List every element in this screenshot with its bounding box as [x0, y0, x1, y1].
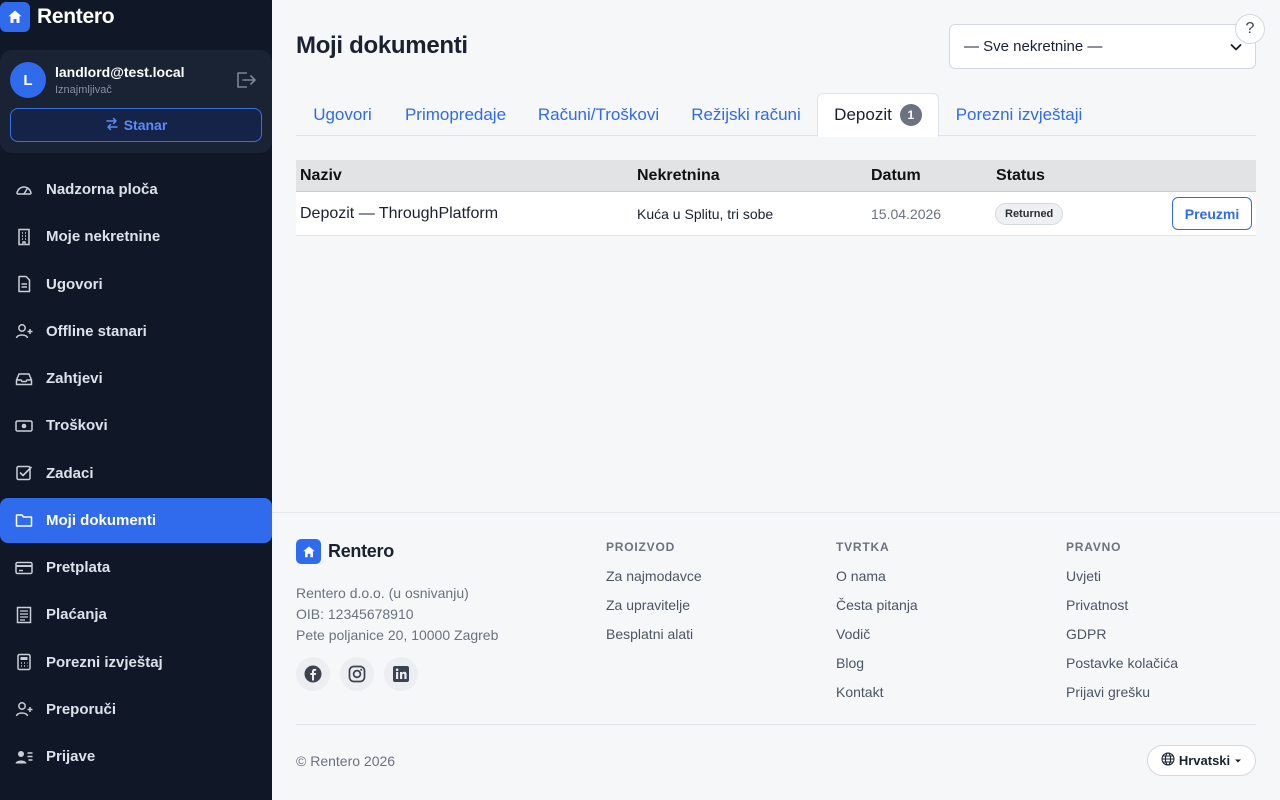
social-links [296, 657, 418, 691]
tab-utility-bills[interactable]: Režijski računi [675, 93, 817, 136]
table-row: Depozit — ThroughPlatform Kuća u Splitu,… [296, 192, 1256, 236]
sidebar-item-dashboard[interactable]: Nadzorna ploča [0, 167, 272, 212]
folder-icon [14, 510, 34, 530]
home-icon [296, 539, 321, 564]
sidebar-item-properties[interactable]: Moje nekretnine [0, 214, 272, 259]
sidebar-item-tax-report[interactable]: Porezni izvještaj [0, 640, 272, 685]
download-button[interactable]: Preuzmi [1172, 197, 1252, 230]
instagram-icon[interactable] [340, 657, 374, 691]
document-name: Depozit — ThroughPlatform [300, 204, 499, 222]
footer-link[interactable]: Za upravitelje [606, 591, 702, 620]
tab-handovers[interactable]: Primopredaje [389, 93, 522, 136]
sidebar-item-tasks[interactable]: Zadaci [0, 451, 272, 496]
table-header: Naziv Nekretnina Datum Status [296, 160, 1256, 192]
footer-link[interactable]: Besplatni alati [606, 620, 702, 649]
language-label: Hrvatski [1178, 753, 1231, 768]
footer-link[interactable]: GDPR [1066, 620, 1178, 649]
sidebar-item-contracts[interactable]: Ugovori [0, 262, 272, 307]
footer-brand-name: Rentero [328, 541, 394, 561]
column-header-status: Status [996, 166, 1045, 184]
credit-card-icon [14, 558, 34, 578]
sidebar-item-refer[interactable]: Preporuči [0, 687, 272, 732]
footer-brand[interactable]: Rentero [296, 539, 394, 564]
column-header-date: Datum [871, 166, 921, 184]
footer-link[interactable]: Za najmodavce [606, 562, 702, 591]
column-header-property: Nekretnina [637, 166, 720, 184]
tab-deposit-count-badge: 1 [899, 104, 922, 126]
company-info: Rentero d.o.o. (u osnivanju) OIB: 123456… [296, 585, 499, 643]
swap-icon [105, 117, 119, 134]
caret-down-icon [1234, 753, 1242, 768]
sidebar: Rentero L landlord@test.local Iznajmljiv… [0, 0, 272, 800]
inbox-icon [14, 369, 34, 389]
sidebar-item-expenses[interactable]: Troškovi [0, 403, 272, 448]
logout-icon[interactable] [234, 70, 258, 90]
sidebar-item-applications[interactable]: Prijave [0, 734, 272, 779]
tab-contracts[interactable]: Ugovori [296, 93, 389, 136]
main-content: Moji dokumenti — Sve nekretnine — ? Ugov… [272, 0, 1280, 800]
user-role: Iznajmljivač [55, 84, 112, 96]
footer-link[interactable]: Kontakt [836, 678, 918, 707]
cash-icon [14, 416, 34, 436]
brand[interactable]: Rentero [0, 2, 115, 32]
footer-link[interactable]: Česta pitanja [836, 591, 918, 620]
footer-column-legal: PRAVNO Uvjeti Privatnost GDPR Postavke k… [1066, 540, 1178, 707]
tab-invoices-expenses[interactable]: Računi/Troškovi [522, 93, 675, 136]
sidebar-nav: Nadzorna ploča Moje nekretnine Ugovori O… [0, 167, 272, 781]
sidebar-item-requests[interactable]: Zahtjevi [0, 356, 272, 401]
user-plus-icon [14, 699, 34, 719]
sidebar-item-offline-tenants[interactable]: Offline stanari [0, 309, 272, 354]
document-tabs: Ugovori Primopredaje Računi/Troškovi Rež… [296, 93, 1256, 137]
document-property: Kuća u Splitu, tri sobe [637, 205, 774, 222]
footer-link[interactable]: O nama [836, 562, 918, 591]
column-header-name: Naziv [300, 166, 342, 184]
footer: Rentero Rentero d.o.o. (u osnivanju) OIB… [272, 512, 1280, 800]
switch-role-label: Stanar [123, 117, 168, 133]
building-icon [14, 227, 34, 247]
footer-link[interactable]: Vodič [836, 620, 918, 649]
help-button[interactable]: ? [1235, 14, 1265, 44]
documents-table: Naziv Nekretnina Datum Status Depozit — … [296, 160, 1256, 236]
footer-link[interactable]: Blog [836, 649, 918, 678]
avatar: L [10, 62, 46, 98]
status-badge: Returned [995, 202, 1064, 225]
checkbox-icon [14, 463, 34, 483]
document-date: 15.04.2026 [871, 205, 942, 222]
user-list-icon [14, 747, 34, 767]
chevron-down-icon [1229, 40, 1243, 58]
footer-divider [296, 724, 1256, 725]
user-plus-icon [14, 321, 34, 341]
footer-column-product: PROIZVOD Za najmodavce Za upravitelje Be… [606, 540, 702, 649]
sidebar-item-subscription[interactable]: Pretplata [0, 545, 272, 590]
footer-link[interactable]: Postavke kolačića [1066, 649, 1178, 678]
copyright: © Rentero 2026 [296, 753, 396, 769]
switch-role-button[interactable]: Stanar [10, 108, 262, 142]
tab-tax-reports[interactable]: Porezni izvještaji [939, 93, 1099, 136]
footer-link[interactable]: Prijavi grešku [1066, 678, 1178, 707]
globe-icon [1161, 752, 1175, 769]
footer-link[interactable]: Privatnost [1066, 591, 1178, 620]
footer-column-company: TVRTKA O nama Česta pitanja Vodič Blog K… [836, 540, 918, 707]
language-selector[interactable]: Hrvatski [1147, 745, 1256, 776]
tab-deposit[interactable]: Depozit 1 [817, 93, 939, 137]
linkedin-icon[interactable] [384, 657, 418, 691]
sidebar-item-my-documents[interactable]: Moji dokumenti [0, 497, 272, 543]
sidebar-item-payments[interactable]: Plaćanja [0, 592, 272, 637]
facebook-icon[interactable] [296, 657, 330, 691]
calculator-icon [14, 652, 34, 672]
document-icon [14, 274, 34, 294]
brand-name: Rentero [37, 5, 115, 28]
user-card: L landlord@test.local Iznajmljivač Stana… [0, 50, 272, 153]
property-filter-value: — Sve nekretnine — [964, 38, 1103, 55]
user-email: landlord@test.local [55, 64, 185, 80]
page-title: Moji dokumenti [296, 32, 468, 59]
receipt-icon [14, 605, 34, 625]
home-icon [0, 2, 30, 32]
dashboard-icon [14, 180, 34, 200]
footer-link[interactable]: Uvjeti [1066, 562, 1178, 591]
property-filter-select[interactable]: — Sve nekretnine — [949, 24, 1256, 69]
